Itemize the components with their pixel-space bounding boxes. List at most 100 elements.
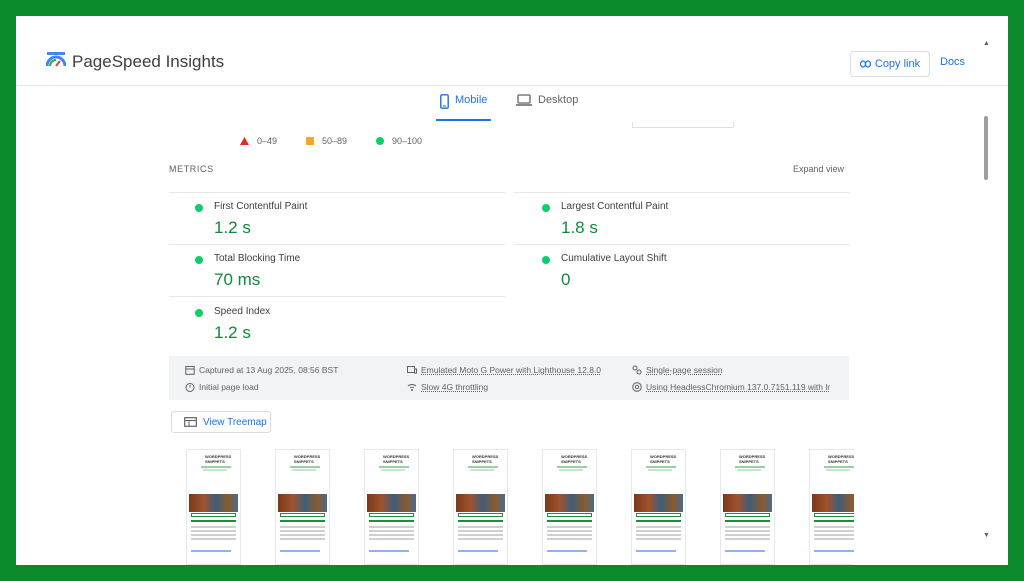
frame-caption-line xyxy=(458,520,503,522)
filmstrip-frame: WORDPRESS SNIPPETS xyxy=(275,449,330,565)
divider xyxy=(169,244,505,245)
phone-icon xyxy=(440,94,449,109)
frame-subtitle-line xyxy=(735,466,765,468)
divider xyxy=(514,244,850,245)
pass-dot-icon xyxy=(195,204,203,212)
screenshot-frame-edge xyxy=(632,122,734,128)
frame-subtitle-line xyxy=(646,466,676,468)
frame-text-lines xyxy=(725,526,770,542)
scrollbar-thumb[interactable] xyxy=(984,116,988,180)
filmstrip-frame: WORDPRESS SNIPPETS xyxy=(453,449,508,565)
device-icon xyxy=(407,366,417,374)
frame-caption-line xyxy=(191,520,236,522)
copy-link-button[interactable]: Copy link xyxy=(850,51,930,77)
frame-subtitle-line xyxy=(824,466,854,468)
red-triangle-icon xyxy=(240,137,249,145)
frame-hero-image xyxy=(278,494,327,512)
frame-hero-image xyxy=(367,494,416,512)
filmstrip-frame: WORDPRESS SNIPPETS xyxy=(364,449,419,565)
tab-desktop[interactable]: Desktop xyxy=(516,94,578,122)
frame-banner xyxy=(369,513,414,517)
frame-hero-image xyxy=(812,494,854,512)
divider xyxy=(169,192,505,193)
frame-banner xyxy=(814,513,854,517)
throttling-text: Slow 4G throttling xyxy=(421,382,489,392)
frame-header: WORDPRESS SNIPPETS xyxy=(636,454,682,476)
device-tabs: Mobile Desktop xyxy=(16,88,1008,122)
metric-label: Speed Index xyxy=(214,306,271,317)
frame-banner xyxy=(458,513,503,517)
filmstrip-frame: WORDPRESS SNIPPETS xyxy=(186,449,241,565)
captured-info: Captured at 13 Aug 2025, 08:56 BST xyxy=(185,365,338,375)
metrics-heading: METRICS xyxy=(169,164,214,174)
divider xyxy=(514,192,850,193)
frame-subtitle-line xyxy=(737,469,761,471)
filmstrip-frame: WORDPRESS SNIPPETS xyxy=(809,449,854,565)
orange-square-icon xyxy=(306,137,314,145)
frame-banner xyxy=(191,513,236,517)
frame-caption-line xyxy=(814,520,854,522)
metric-label: Total Blocking Time xyxy=(214,253,301,264)
frame-hero-image xyxy=(723,494,772,512)
metric-value: 70 ms xyxy=(214,270,261,289)
frame-subtitle-line xyxy=(381,469,405,471)
filmstrip: WORDPRESS SNIPPETS WORDPRESS SNIPPETS WORD… xyxy=(164,449,854,565)
frame-hero-image xyxy=(189,494,238,512)
metric-label: First Contentful Paint xyxy=(214,201,308,212)
chrome-icon xyxy=(632,382,642,392)
frame-subtitle-line xyxy=(379,466,409,468)
metric-value: 0 xyxy=(561,270,571,289)
load-text: Initial page load xyxy=(199,382,259,392)
frame-title: WORDPRESS SNIPPETS xyxy=(650,454,677,464)
frame-text-lines xyxy=(280,526,325,542)
frame-header: WORDPRESS SNIPPETS xyxy=(191,454,237,476)
frame-caption-line xyxy=(547,520,592,522)
device-info[interactable]: Emulated Moto G Power with Lighthouse 12… xyxy=(407,365,601,375)
pagespeed-logo-icon xyxy=(46,52,66,67)
docs-link[interactable]: Docs xyxy=(940,56,965,68)
frame-subtitle-line xyxy=(826,469,850,471)
run-info-panel: Captured at 13 Aug 2025, 08:56 BST Initi… xyxy=(169,356,849,400)
app-title: PageSpeed Insights xyxy=(72,52,225,71)
pass-dot-icon xyxy=(195,309,203,317)
tab-desktop-label: Desktop xyxy=(538,94,579,106)
frame-text-lines xyxy=(636,526,681,542)
metric-value: 1.2 s xyxy=(214,323,251,342)
frame-hero-image xyxy=(634,494,683,512)
metric-value: 1.8 s xyxy=(561,218,598,237)
expand-view-toggle[interactable]: Expand view xyxy=(793,164,844,174)
frame-link-line xyxy=(191,550,231,552)
frame-link-line xyxy=(636,550,676,552)
link-icon xyxy=(859,60,871,68)
frame-banner xyxy=(547,513,592,517)
load-info: Initial page load xyxy=(185,382,259,392)
legend-fail: 0–49 xyxy=(240,136,277,146)
frame-caption-line xyxy=(280,520,325,522)
frame-banner xyxy=(280,513,325,517)
session-info[interactable]: Single-page session xyxy=(632,365,723,375)
legend-pass: 90–100 xyxy=(376,136,422,146)
frame-caption-line xyxy=(369,520,414,522)
view-treemap-button[interactable]: View Treemap xyxy=(171,411,271,433)
frame-subtitle-line xyxy=(648,469,672,471)
tab-mobile-label: Mobile xyxy=(455,94,488,106)
pass-dot-icon xyxy=(195,256,203,264)
filmstrip-frame: WORDPRESS SNIPPETS xyxy=(720,449,775,565)
frame-title: WORDPRESS SNIPPETS xyxy=(472,454,499,464)
throttling-info[interactable]: Slow 4G throttling xyxy=(407,382,488,392)
page-header: PageSpeed Insights Copy link Docs ▲ xyxy=(16,16,1008,86)
frame-header: WORDPRESS SNIPPETS xyxy=(369,454,415,476)
scroll-up-arrow-icon[interactable]: ▲ xyxy=(983,40,990,47)
tab-mobile[interactable]: Mobile xyxy=(440,94,487,122)
frame-subtitle-line xyxy=(470,469,494,471)
metric-value: 1.2 s xyxy=(214,218,251,237)
frame-header: WORDPRESS SNIPPETS xyxy=(280,454,326,476)
browser-info[interactable]: Using HeadlessChromium 137.0.7151.119 wi… xyxy=(632,382,830,392)
pass-dot-icon xyxy=(542,256,550,264)
laptop-icon xyxy=(516,94,532,106)
frame-link-line xyxy=(280,550,320,552)
frame-title: WORDPRESS SNIPPETS xyxy=(205,454,232,464)
frame-hero-image xyxy=(545,494,594,512)
frame-header: WORDPRESS SNIPPETS xyxy=(725,454,771,476)
scroll-down-arrow-icon[interactable]: ▼ xyxy=(983,532,990,539)
